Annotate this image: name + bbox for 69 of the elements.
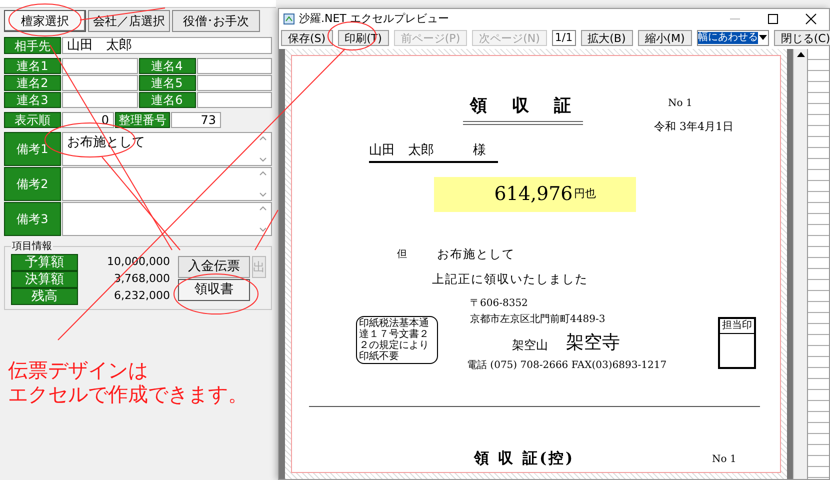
copy-number: No 1 (712, 453, 736, 467)
select-button[interactable]: 檀家選択 (4, 10, 86, 32)
input-field[interactable] (62, 75, 138, 91)
field-label: 連名4 (138, 58, 196, 74)
scrollbar[interactable] (793, 49, 807, 479)
field-label: 備考2 (4, 167, 61, 201)
phone-text: 電話 (075) 708-2666 FAX(03)6893-1217 (467, 358, 667, 373)
input-field[interactable] (196, 92, 272, 108)
scroll-up-icon[interactable] (796, 51, 804, 57)
field-label: 連名6 (138, 92, 196, 108)
field-label: 連名1 (4, 58, 61, 74)
input-field[interactable] (196, 58, 272, 74)
stamp-note: 印紙税法基本通達１７号文書２２の規定により印紙不要 (356, 316, 438, 364)
recipient-name: 山田 太郎 様 (369, 141, 498, 162)
field-label: 連名3 (4, 92, 61, 108)
input-field[interactable] (196, 75, 272, 91)
mountain-name: 架空山 (512, 337, 548, 354)
input-field[interactable]: 0 (62, 112, 114, 128)
receipt-number: No 1 (668, 97, 692, 111)
temple-name: 架空寺 (566, 331, 620, 355)
proviso-label: 但 (397, 248, 407, 262)
dropdown-icon (758, 35, 767, 41)
text-area[interactable] (62, 202, 272, 236)
input-field[interactable]: 73 (171, 112, 221, 128)
field-label: 連名2 (4, 75, 61, 91)
input-field[interactable] (62, 58, 138, 74)
proviso-text: お布施として (437, 246, 515, 263)
amount-value: 614,976 (494, 182, 573, 208)
address-text: 京都市左京区北門前町4489-3 (470, 312, 606, 327)
annotation-text: エクセルで作成できます。 (8, 382, 248, 406)
input-field[interactable] (62, 92, 138, 108)
group-title: 項目情報 (11, 239, 53, 254)
field-label: 残高 (11, 288, 78, 305)
close-icon[interactable] (805, 13, 817, 25)
field-label: 決算額 (11, 271, 78, 288)
field-label: 備考3 (4, 202, 61, 236)
deposit-slip-button[interactable]: 入金伝票 (178, 256, 250, 278)
window-title: 沙羅.NET エクセルプレビュー (299, 10, 450, 27)
received-text: 上記正に領収いたしました (432, 271, 588, 288)
zoom-select[interactable]: 幅にあわせる (696, 30, 769, 46)
scrollbar-arrows-icon[interactable] (259, 134, 267, 164)
toolbar-button[interactable]: 閉じる(C) (774, 30, 830, 46)
toolbar-button[interactable]: 保存(S) (281, 30, 333, 46)
select-button[interactable]: 会社／店選択 (88, 10, 170, 32)
field-label: 相手先 (4, 37, 61, 54)
annotation-text: 伝票デザインは (8, 358, 148, 382)
copy-title: 領 収 証(控) (474, 448, 575, 468)
receipt-title: 領 収 証 (468, 95, 576, 118)
page-field[interactable]: 1/1 (552, 30, 576, 46)
postal-code: 〒606-8352 (470, 297, 528, 311)
toolbar-button[interactable]: 拡大(B) (580, 30, 633, 46)
amount-suffix: 円也 (574, 186, 596, 202)
field-label: 整理番号 (115, 112, 170, 128)
maximize-icon[interactable] (767, 13, 779, 25)
field-label: 備考1 (4, 132, 61, 166)
toolbar-button[interactable]: 縮小(M) (638, 30, 692, 46)
text-area[interactable] (62, 167, 272, 201)
field-label: 予算額 (11, 254, 78, 271)
field-label: 表示順 (4, 112, 61, 128)
scrollbar-arrows-icon[interactable] (259, 204, 267, 234)
field-label: 連名5 (138, 75, 196, 91)
input-field[interactable]: 山田 太郎 (62, 37, 272, 54)
select-button[interactable]: 役僧･お手次 (172, 10, 260, 32)
scrollbar-arrows-icon[interactable] (259, 169, 267, 199)
amount-value: 6,232,000 (113, 288, 171, 304)
seal-label: 担当印 (720, 319, 754, 334)
receipt-date: 令和 3年4月1日 (654, 119, 734, 135)
receipt-button[interactable]: 領収書 (178, 279, 250, 301)
app-icon (283, 13, 295, 25)
